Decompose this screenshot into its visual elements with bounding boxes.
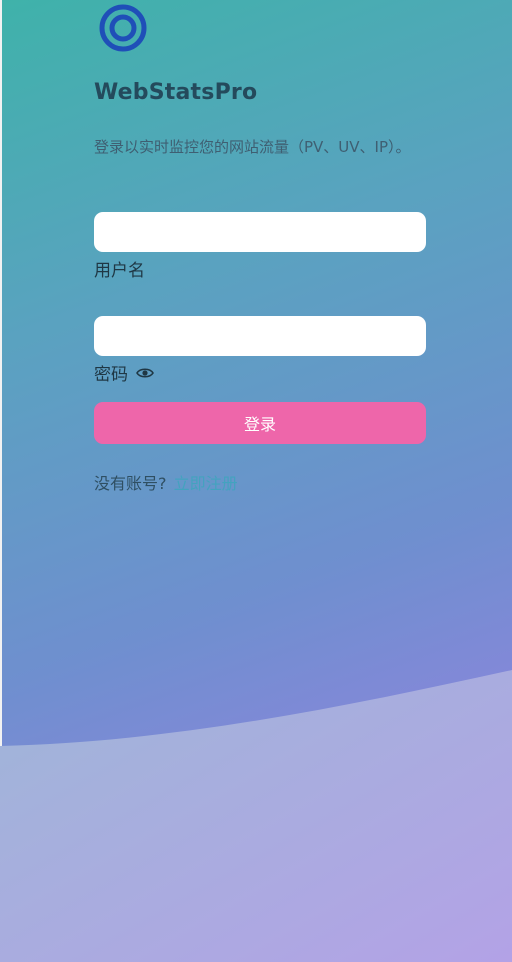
signup-prompt: 没有账号? xyxy=(94,474,167,493)
signup-row: 没有账号? 立即注册 xyxy=(94,470,238,494)
ring-logo-icon xyxy=(99,4,147,52)
username-input[interactable] xyxy=(94,212,426,252)
signup-link[interactable]: 立即注册 xyxy=(174,474,238,493)
password-input[interactable] xyxy=(94,316,426,356)
app-subtitle: 登录以实时监控您的网站流量（PV、UV、IP）。 xyxy=(94,138,411,156)
password-label: 密码 xyxy=(94,365,128,385)
username-label: 用户名 xyxy=(94,261,145,281)
app-title: WebStatsPro xyxy=(94,80,258,105)
eye-icon[interactable] xyxy=(136,366,154,380)
login-button[interactable]: 登录 xyxy=(94,402,426,444)
password-label-row: 密码 xyxy=(94,360,154,385)
